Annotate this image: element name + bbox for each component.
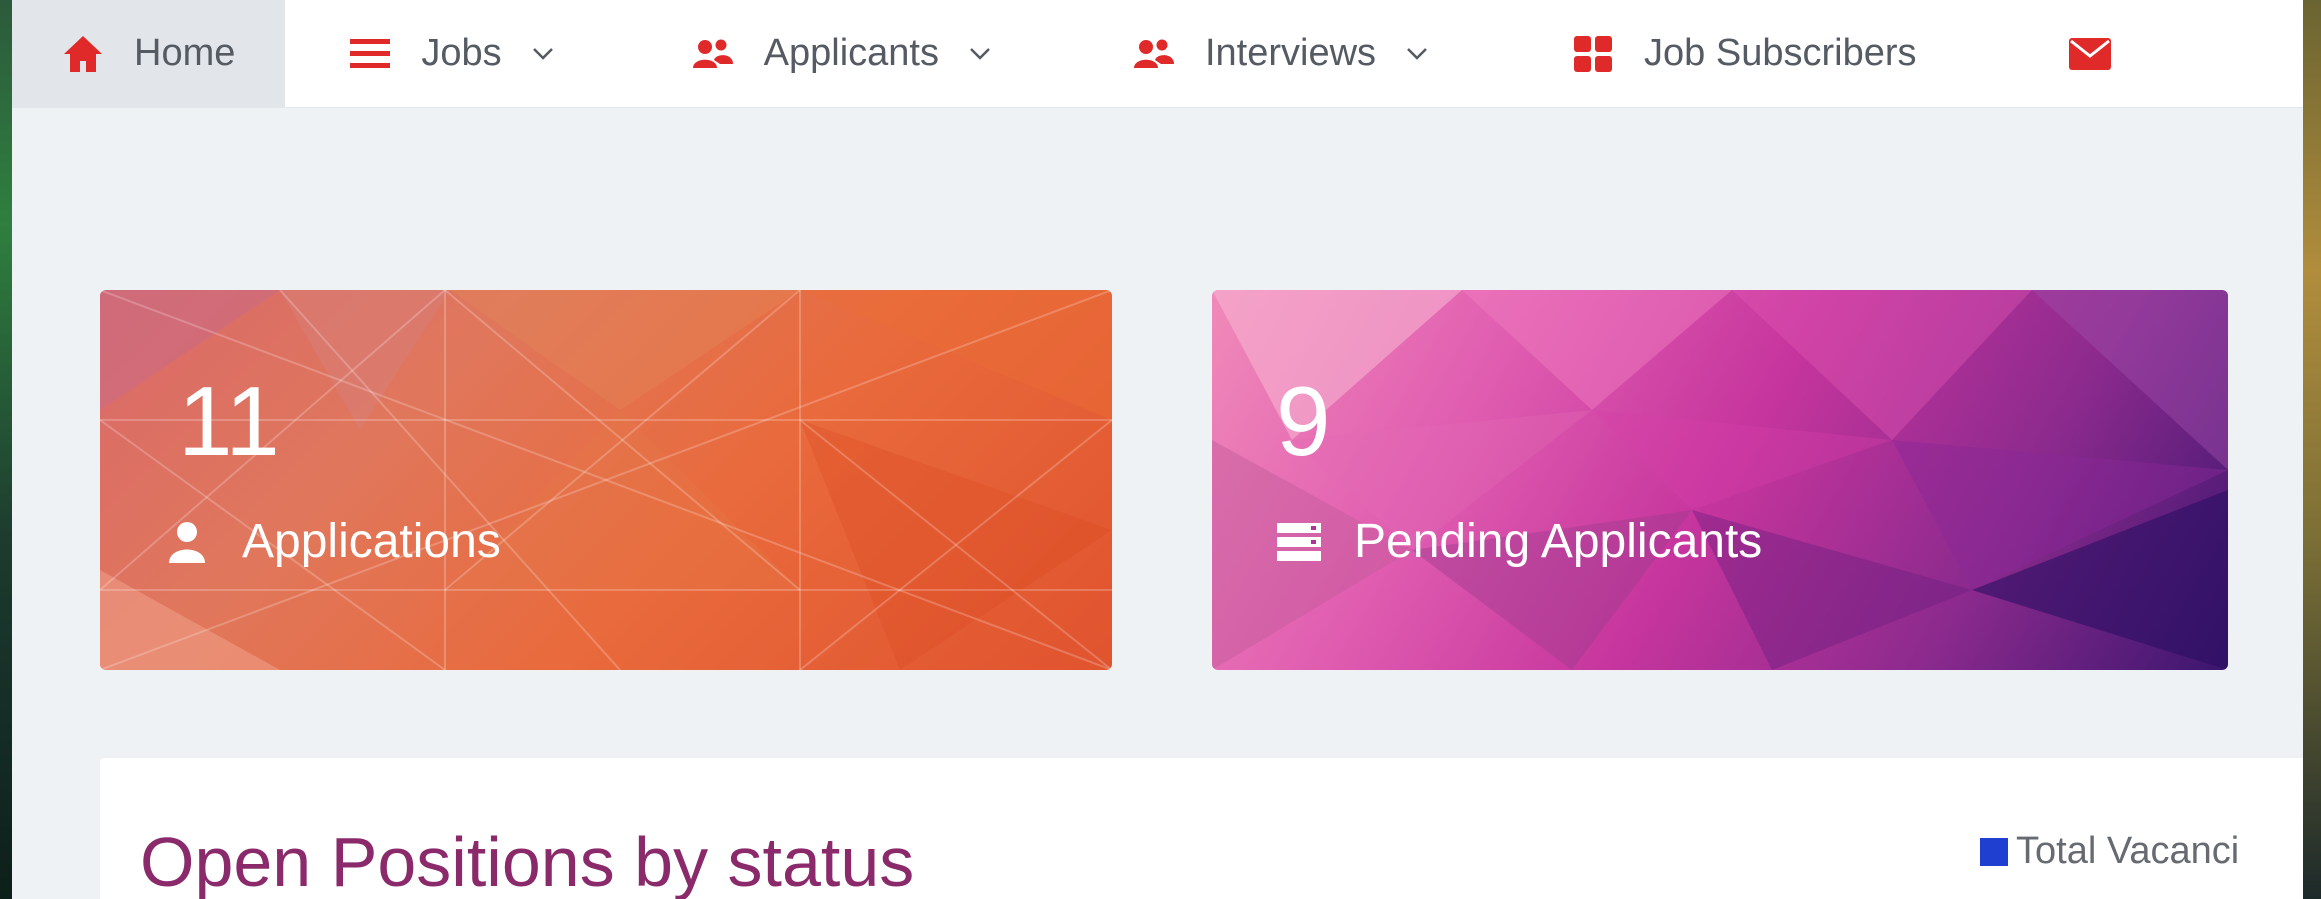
card-background-pattern	[100, 290, 1112, 670]
chart-legend[interactable]: Total Vacanci	[1980, 830, 2239, 873]
nav-label-jobs: Jobs	[421, 32, 502, 74]
grid-icon	[1572, 33, 1614, 75]
nav-item-messages[interactable]	[1969, 0, 2141, 107]
applications-stat-card[interactable]: 11 Applications	[100, 290, 1112, 670]
menu-icon	[349, 33, 391, 75]
nav-item-home[interactable]: Home	[12, 0, 286, 107]
chevron-down-icon	[1406, 42, 1430, 66]
envelope-icon	[2068, 33, 2111, 75]
nav-item-jobs[interactable]: Jobs	[285, 0, 607, 107]
legend-label: Total Vacanci	[2016, 830, 2240, 872]
home-icon	[62, 33, 104, 75]
nav-label-applicants: Applicants	[763, 32, 939, 74]
pending-applicants-label: Pending Applicants	[1354, 515, 1763, 568]
dashboard-screen: Home Jobs Applicants Interviews Job Subs…	[12, 0, 2303, 899]
users-icon	[692, 33, 734, 75]
pending-applicants-stat-card[interactable]: 9 Pending Applicants	[1212, 290, 2228, 670]
pending-applicants-count: 9	[1276, 366, 1331, 476]
chevron-down-icon	[969, 42, 993, 66]
legend-swatch	[1980, 837, 2008, 866]
server-icon	[1276, 519, 1322, 565]
nav-item-applicants[interactable]: Applicants	[608, 0, 1045, 107]
background-edge-right	[2303, 0, 2321, 899]
open-positions-panel: Open Positions by status Total Vacanci	[100, 758, 2303, 899]
nav-label-job-subscribers: Job Subscribers	[1644, 32, 1917, 74]
user-icon	[164, 519, 210, 565]
users-icon	[1133, 33, 1175, 75]
nav-item-job-subscribers[interactable]: Job Subscribers	[1482, 0, 1968, 107]
nav-item-interviews[interactable]: Interviews	[1045, 0, 1482, 107]
card-background-pattern	[1212, 290, 2228, 670]
applications-count: 11	[178, 366, 280, 476]
top-navbar: Home Jobs Applicants Interviews Job Subs…	[12, 0, 2303, 108]
pending-applicants-label-row: Pending Applicants	[1276, 514, 1762, 569]
applications-label: Applications	[242, 515, 501, 568]
nav-label-home: Home	[134, 32, 236, 74]
chevron-down-icon	[532, 42, 556, 66]
applications-label-row: Applications	[164, 514, 501, 569]
nav-label-interviews: Interviews	[1204, 32, 1377, 74]
panel-title: Open Positions by status	[140, 823, 915, 899]
